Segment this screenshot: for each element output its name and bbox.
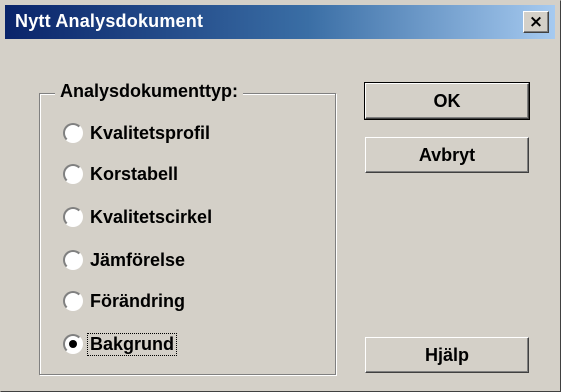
radio-selected-dot: [69, 340, 77, 348]
radio-option-korstabell[interactable]: Korstabell: [63, 161, 180, 187]
radio-button[interactable]: [63, 291, 83, 311]
cancel-button[interactable]: Avbryt: [365, 137, 529, 173]
radio-button[interactable]: [63, 123, 83, 143]
radio-option-forandring[interactable]: Förändring: [63, 288, 187, 314]
help-button[interactable]: Hjälp: [365, 337, 529, 373]
radio-option-bakgrund[interactable]: Bakgrund: [63, 331, 178, 357]
close-icon: ×: [528, 11, 544, 32]
radio-button[interactable]: [63, 207, 83, 227]
ok-button[interactable]: OK: [364, 82, 530, 120]
radio-label: Korstabell: [90, 163, 179, 184]
radio-label: Bakgrund: [86, 332, 178, 356]
close-button[interactable]: ×: [523, 11, 549, 33]
radio-label: Kvalitetsprofil: [90, 122, 211, 143]
radio-button[interactable]: [63, 334, 83, 354]
radio-option-kvalitetsprofil[interactable]: Kvalitetsprofil: [63, 120, 212, 146]
window-title: Nytt Analysdokument: [15, 11, 204, 31]
radio-button[interactable]: [63, 250, 83, 270]
radio-label: Jämförelse: [90, 249, 186, 270]
title-bar[interactable]: Nytt Analysdokument ×: [5, 5, 555, 39]
radio-option-jamforelse[interactable]: Jämförelse: [63, 247, 187, 273]
radio-option-kvalitetscirkel[interactable]: Kvalitetscirkel: [63, 204, 214, 230]
radio-label: Kvalitetscirkel: [90, 206, 213, 227]
radio-button[interactable]: [63, 164, 83, 184]
dialog-window: Nytt Analysdokument × Analysdokumenttyp:…: [0, 0, 561, 392]
group-legend: Analysdokumenttyp:: [55, 81, 244, 102]
radio-label: Förändring: [90, 290, 185, 311]
